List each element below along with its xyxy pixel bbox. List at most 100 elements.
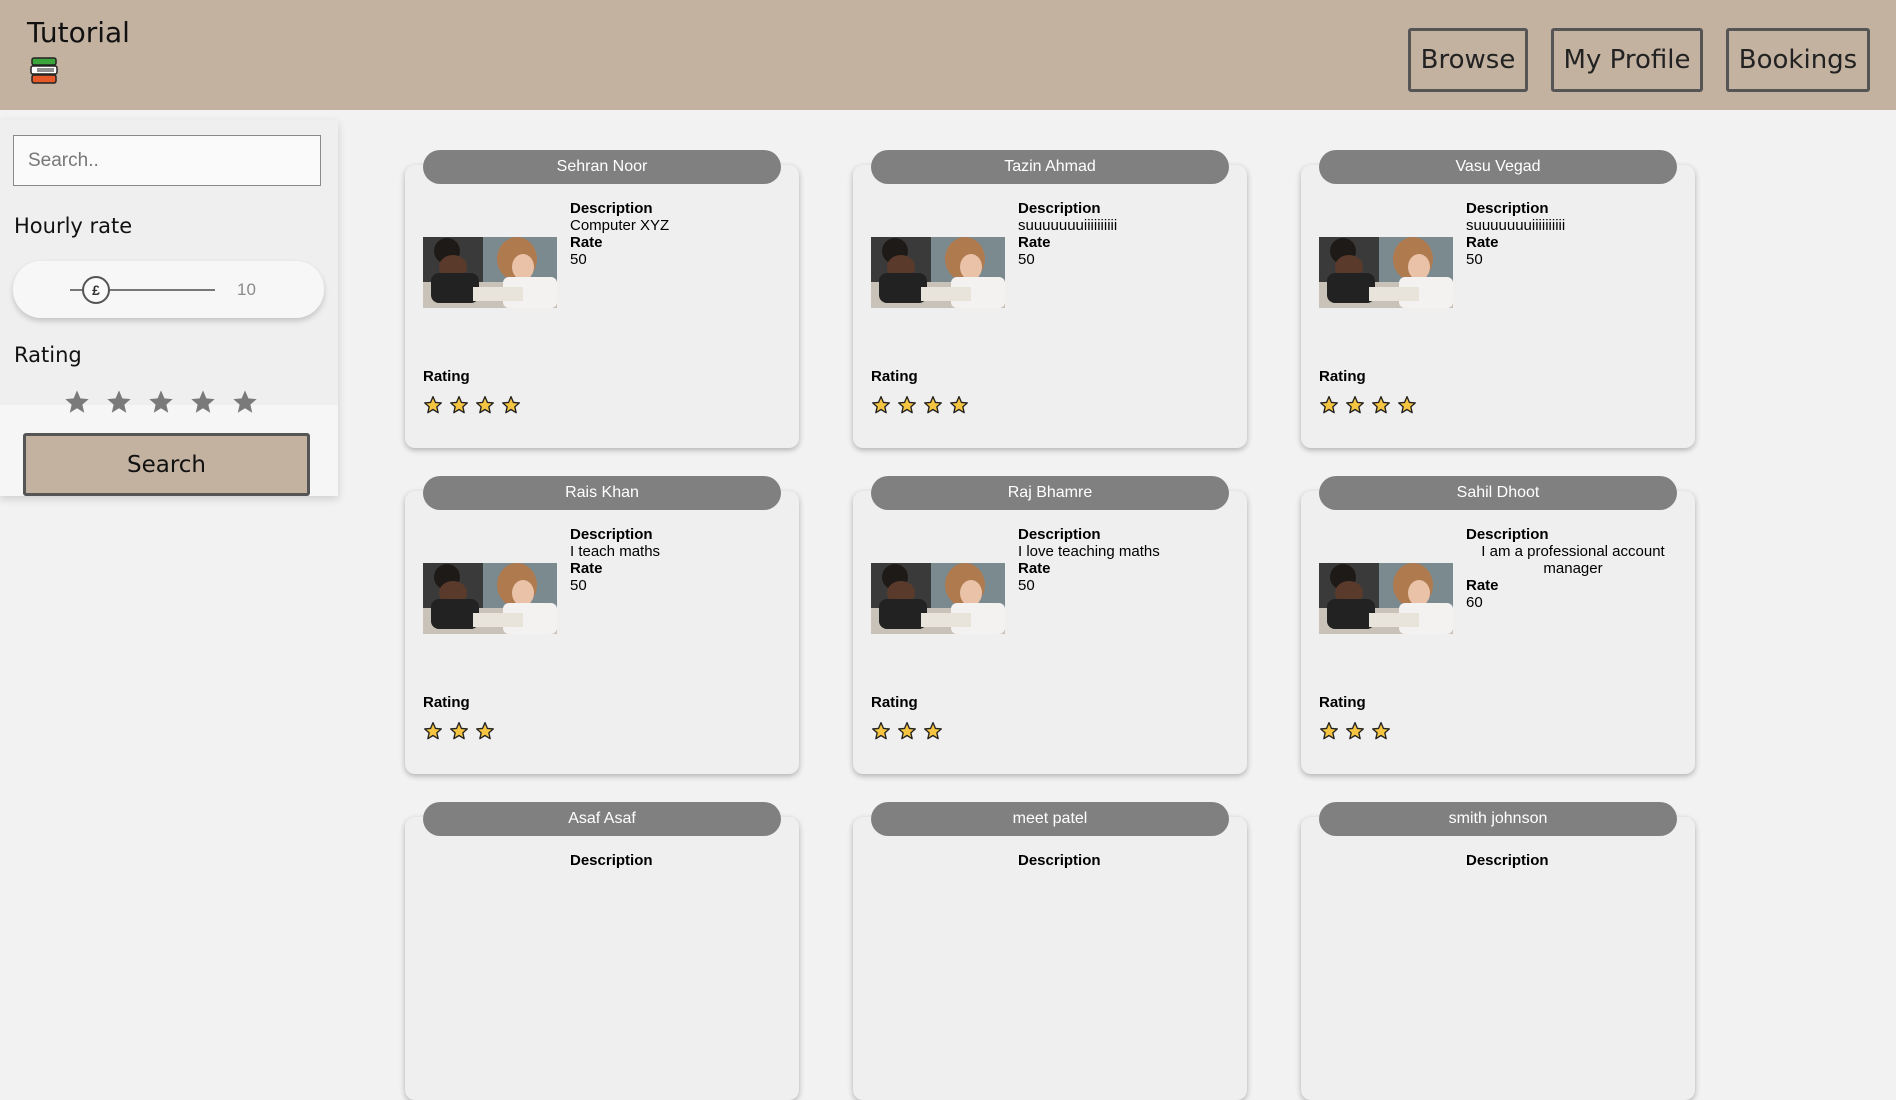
description-text: I love teaching maths [1018, 543, 1160, 560]
hourly-rate-slider-container: £ 10 [13, 261, 324, 318]
tutor-info: Description suuuuuuuiiiiiiiiii Rate 50 [1466, 200, 1680, 268]
tutor-name[interactable]: Raj Bhamre [871, 476, 1229, 510]
search-button[interactable]: Search [23, 433, 310, 496]
rate-label: Rate [570, 560, 603, 577]
description-text: suuuuuuuiiiiiiiiii [1466, 217, 1566, 234]
tutor-info: Description [1466, 852, 1680, 869]
description-label: Description [1018, 526, 1101, 543]
description-label: Description [570, 852, 653, 869]
tutor-card[interactable]: meet patel Description [853, 802, 1247, 1100]
star-icon [898, 396, 916, 414]
star-icon [1320, 396, 1338, 414]
tutor-card[interactable]: Tazin Ahmad Description suuuuuuuiiiiiiii… [853, 150, 1247, 448]
tutor-name[interactable]: Vasu Vegad [1319, 150, 1677, 184]
tutor-name[interactable]: meet patel [871, 802, 1229, 836]
rate-value: 50 [1018, 251, 1035, 268]
star-icon [1346, 396, 1364, 414]
tutor-name[interactable]: Sehran Noor [423, 150, 781, 184]
tutor-info: Description I teach maths Rate 50 [570, 526, 784, 594]
header: Tutorial Browse My Profile Bookings [0, 0, 1896, 110]
star-icon [476, 722, 494, 740]
tutor-card[interactable]: Sahil Dhoot Description I am a professio… [1301, 476, 1695, 774]
tutor-photo [871, 237, 1005, 308]
nav-bookings-button[interactable]: Bookings [1726, 28, 1870, 92]
rating-label: Rating [1319, 368, 1366, 385]
star-icon [1346, 722, 1364, 740]
star-icon[interactable] [147, 388, 175, 416]
rate-label: Rate [1466, 577, 1499, 594]
rate-value: 50 [570, 577, 587, 594]
tutor-name[interactable]: Tazin Ahmad [871, 150, 1229, 184]
star-icon [476, 396, 494, 414]
app-title: Tutorial [27, 16, 130, 49]
tutor-info: Description I love teaching maths Rate 5… [1018, 526, 1232, 594]
description-text: I teach maths [570, 543, 661, 560]
tutor-info: Description [570, 852, 784, 869]
star-icon [450, 396, 468, 414]
tutor-card[interactable]: Asaf Asaf Description [405, 802, 799, 1100]
tutor-name[interactable]: Asaf Asaf [423, 802, 781, 836]
tutor-info: Description [1018, 852, 1232, 869]
description-label: Description [1466, 200, 1549, 217]
rate-value: 50 [1466, 251, 1483, 268]
rate-value: 60 [1466, 594, 1483, 611]
tutor-info: Description I am a professional account … [1466, 526, 1680, 611]
tutor-photo [423, 563, 557, 634]
description-label: Description [1018, 200, 1101, 217]
star-icon [502, 396, 520, 414]
rate-label: Rate [1466, 234, 1499, 251]
star-icon [450, 722, 468, 740]
rating-label: Rating [423, 368, 470, 385]
tutor-info: Description suuuuuuuiiiiiiiiii Rate 50 [1018, 200, 1232, 268]
rating-label: Rating [871, 694, 918, 711]
description-text: I am a professional account manager [1481, 543, 1665, 577]
rate-value: 50 [570, 251, 587, 268]
tutor-name[interactable]: smith johnson [1319, 802, 1677, 836]
tutor-card[interactable]: Vasu Vegad Description suuuuuuuiiiiiiiii… [1301, 150, 1695, 448]
search-input[interactable] [13, 135, 321, 186]
rating-label: Rating [423, 694, 470, 711]
star-icon [872, 722, 890, 740]
star-icon[interactable] [63, 388, 91, 416]
description-label: Description [570, 200, 653, 217]
star-icon [872, 396, 890, 414]
description-text: suuuuuuuiiiiiiiiii [1018, 217, 1118, 234]
tutor-info: Description Computer XYZ Rate 50 [570, 200, 784, 268]
star-icon[interactable] [105, 388, 133, 416]
tutor-photo [871, 563, 1005, 634]
star-icon [924, 722, 942, 740]
star-icon [1320, 722, 1338, 740]
rate-label: Rate [570, 234, 603, 251]
description-label: Description [1466, 526, 1549, 543]
tutor-photo [1319, 237, 1453, 308]
tutor-card[interactable]: Raj Bhamre Description I love teaching m… [853, 476, 1247, 774]
star-icon [950, 396, 968, 414]
tutor-card[interactable]: smith johnson Description [1301, 802, 1695, 1100]
rating-label: Rating [871, 368, 918, 385]
nav-my-profile-button[interactable]: My Profile [1551, 28, 1703, 92]
slider-thumb[interactable]: £ [82, 276, 110, 304]
slider-value: 10 [237, 280, 256, 299]
tutor-card[interactable]: Sehran Noor Description Computer XYZ Rat… [405, 150, 799, 448]
star-icon [898, 722, 916, 740]
hourly-rate-heading: Hourly rate [14, 214, 133, 238]
tutor-card[interactable]: Rais Khan Description I teach maths Rate… [405, 476, 799, 774]
tutor-name[interactable]: Rais Khan [423, 476, 781, 510]
star-icon[interactable] [231, 388, 259, 416]
books-icon [30, 57, 58, 84]
star-icon [1372, 396, 1390, 414]
star-icon [1398, 396, 1416, 414]
filter-sidebar: Hourly rate £ 10 Rating Search [0, 120, 338, 496]
star-icon [424, 396, 442, 414]
description-label: Description [1466, 852, 1549, 869]
rating-label: Rating [1319, 694, 1366, 711]
tutor-photo [423, 237, 557, 308]
tutor-name[interactable]: Sahil Dhoot [1319, 476, 1677, 510]
description-text: Computer XYZ [570, 217, 670, 234]
star-icon [1372, 722, 1390, 740]
rating-heading: Rating [14, 343, 82, 367]
rate-label: Rate [1018, 560, 1051, 577]
star-icon[interactable] [189, 388, 217, 416]
description-label: Description [1018, 852, 1101, 869]
nav-browse-button[interactable]: Browse [1408, 28, 1528, 92]
